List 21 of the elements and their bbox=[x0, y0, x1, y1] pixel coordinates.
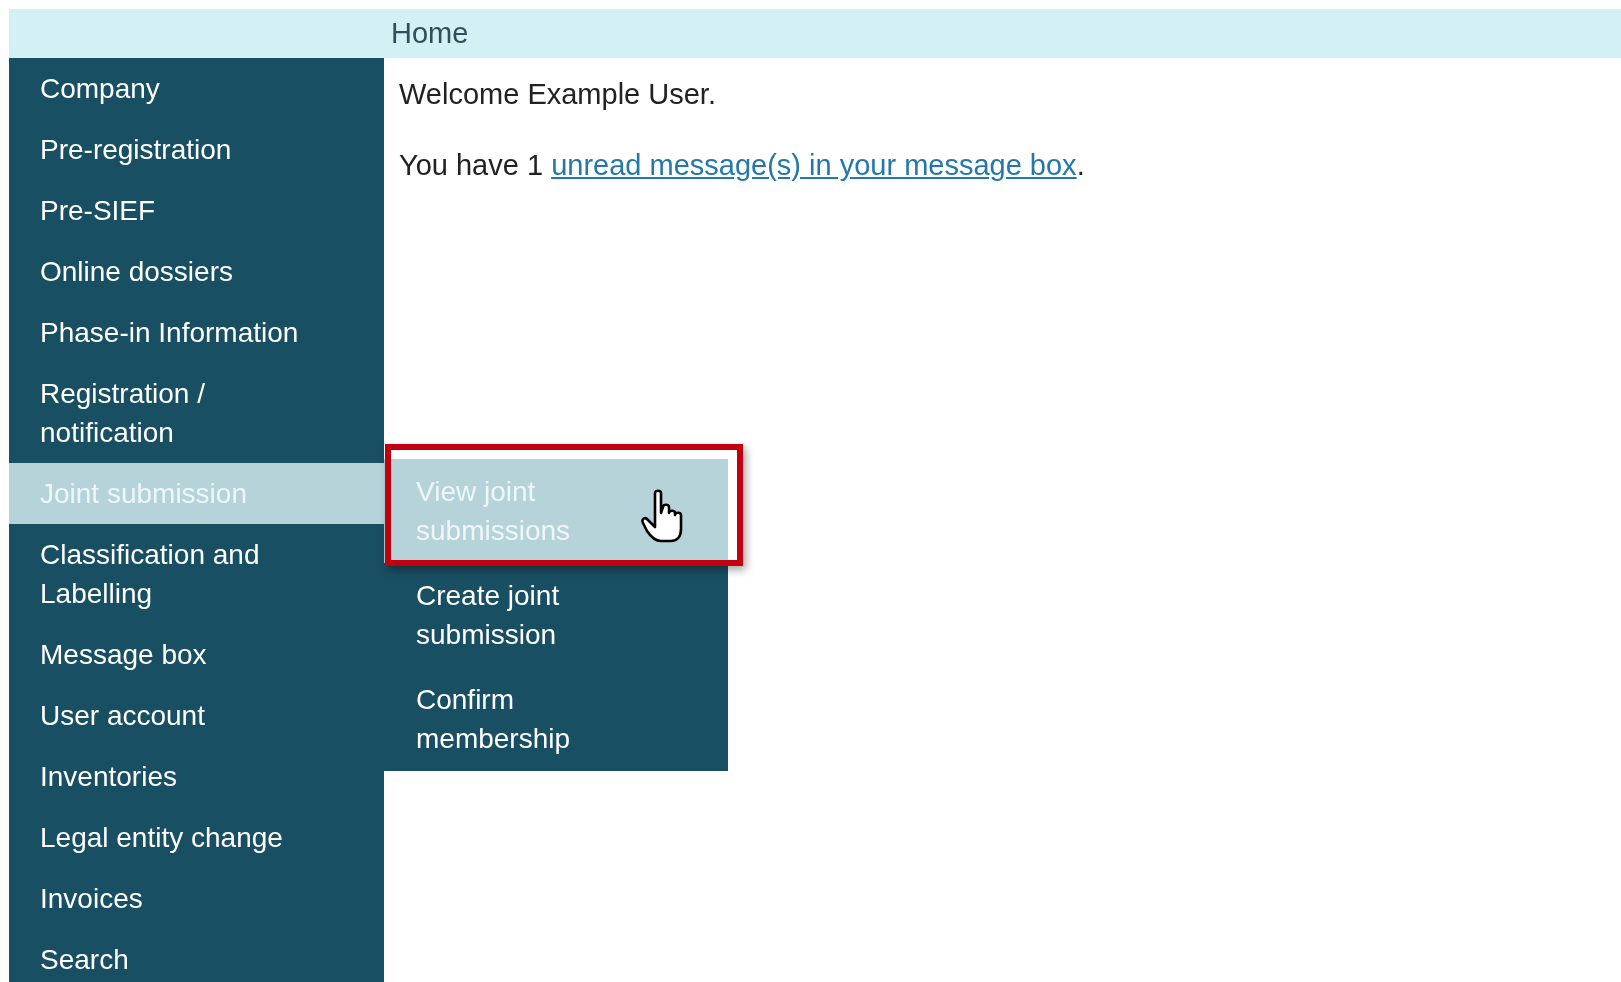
sidebar-item[interactable]: Classification and Labelling bbox=[9, 524, 384, 624]
sidebar-item[interactable]: Registration / notification bbox=[9, 363, 384, 463]
submenu-item[interactable]: Confirm membership bbox=[384, 667, 728, 771]
sidebar-item[interactable]: Search bbox=[9, 929, 384, 982]
sidebar-item[interactable]: Phase-in Information bbox=[9, 302, 384, 363]
sidebar-item[interactable]: Inventories bbox=[9, 746, 384, 807]
sidebar-item[interactable]: Message box bbox=[9, 624, 384, 685]
sidebar-item[interactable]: Online dossiers bbox=[9, 241, 384, 302]
sidebar-item[interactable]: Pre-registration bbox=[9, 119, 384, 180]
welcome-text: Welcome Example User. bbox=[399, 78, 717, 111]
submenu-item[interactable]: Create joint submission bbox=[384, 563, 728, 667]
sidebar-item[interactable]: User account bbox=[9, 685, 384, 746]
page-title: Home bbox=[391, 17, 469, 50]
sidebar-item[interactable]: Legal entity change bbox=[9, 807, 384, 868]
message-text: You have 1 bbox=[399, 149, 544, 181]
sidebar-item[interactable]: Pre-SIEF bbox=[9, 180, 384, 241]
sidebar-item[interactable]: Invoices bbox=[9, 868, 384, 929]
sidebar-item[interactable]: Company bbox=[9, 58, 384, 119]
message-text-end: . bbox=[1076, 149, 1085, 181]
hand-cursor-icon bbox=[641, 489, 685, 545]
message-link[interactable]: unread message(s) in your message box bbox=[551, 149, 1077, 181]
